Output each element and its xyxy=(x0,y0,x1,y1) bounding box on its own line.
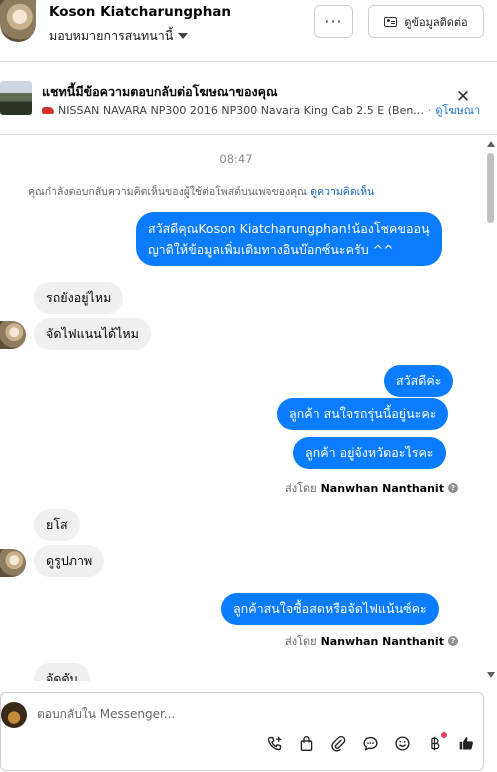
contact-name[interactable]: Koson Kiatcharungphan xyxy=(49,4,231,20)
more-options-button[interactable]: ··· xyxy=(314,5,353,38)
conversation-header: Koson Kiatcharungphan มอบหมายการสนทนานี้… xyxy=(0,0,497,62)
incoming-message[interactable]: จัดไฟแนนได้ไหม xyxy=(34,318,151,350)
view-contact-info-label: ดูข้อมูลติดต่อ xyxy=(404,15,468,29)
page-avatar xyxy=(1,702,27,728)
sender-name[interactable]: Nanwhan Nanthanit xyxy=(321,635,444,648)
message-timestamp: 08:47 xyxy=(219,152,253,166)
view-comment-link[interactable]: ดูความคิดเห็น xyxy=(310,186,374,198)
reply-input[interactable] xyxy=(37,707,467,721)
reply-composer xyxy=(0,692,484,771)
contact-card-icon xyxy=(384,16,398,27)
outgoing-message[interactable]: สวัสดีค่ะ xyxy=(384,365,454,397)
outgoing-message[interactable]: สวัสดีคุณKoson Kiatcharungphan!น้องโชคขอ… xyxy=(136,212,442,266)
assign-label: มอบหมายการสนทนานี้ xyxy=(49,28,174,43)
like-icon[interactable] xyxy=(458,735,475,752)
saved-reply-icon[interactable] xyxy=(362,735,379,752)
contact-avatar[interactable] xyxy=(0,0,36,42)
ad-reply-banner: แชทนี้มีข้อความตอบกลับต่อโฆษณาของคุณ NIS… xyxy=(0,63,497,135)
outgoing-message[interactable]: ลูกค้าสนใจซื้อสดหรือจัดไฟแน้นซ์คะ xyxy=(221,593,439,625)
shopping-bag-icon[interactable] xyxy=(298,735,315,752)
outgoing-message[interactable]: ลูกค้า อยู่จังหวัดอะไรคะ xyxy=(293,437,446,469)
close-icon[interactable]: ✕ xyxy=(455,89,471,106)
more-icon: ··· xyxy=(324,12,343,31)
sent-by-prefix: ส่งโดย xyxy=(285,635,317,648)
incoming-message[interactable]: จัดดับ xyxy=(34,663,90,681)
ad-banner-title: แชทนี้มีข้อความตอบกลับต่อโฆษณาของคุณ xyxy=(42,84,278,99)
notice-text: คุณกำลังตอบกลับความคิดเห็นของผู้ใช้ต่อโพ… xyxy=(28,186,307,198)
view-contact-info-button[interactable]: ดูข้อมูลติดต่อ xyxy=(368,5,484,38)
sender-avatar[interactable] xyxy=(0,321,26,349)
outgoing-message[interactable]: ลูกค้า สนใจรถรุ่นนี้อยู่นะคะ xyxy=(277,398,449,430)
info-icon[interactable]: ? xyxy=(447,483,458,493)
thread-scrollbar[interactable] xyxy=(486,136,495,681)
baht-icon[interactable] xyxy=(426,732,447,752)
notification-dot xyxy=(441,732,447,738)
ad-banner-subtitle: NISSAN NAVARA NP300 2016 NP300 Navara Ki… xyxy=(42,101,480,119)
incoming-message[interactable]: ยโส xyxy=(34,509,80,541)
composer-toolbar xyxy=(266,732,475,752)
sent-by-label: ส่งโดย Nanwhan Nanthanit ? xyxy=(285,632,458,650)
attachment-icon[interactable] xyxy=(330,735,347,752)
ad-thumbnail[interactable] xyxy=(0,81,32,115)
separator-dot: · xyxy=(427,103,432,117)
scroll-down-arrow-icon[interactable] xyxy=(487,672,495,678)
assign-conversation-dropdown[interactable]: มอบหมายการสนทนานี้ xyxy=(49,26,189,46)
scroll-up-arrow-icon[interactable] xyxy=(487,141,495,147)
incoming-message[interactable]: ดูรูปภาพ xyxy=(34,545,105,577)
sent-by-prefix: ส่งโดย xyxy=(285,482,317,495)
scrollbar-thumb[interactable] xyxy=(487,153,494,223)
ad-product-name: NISSAN NAVARA NP300 2016 NP300 Navara Ki… xyxy=(58,103,424,117)
info-icon[interactable]: ? xyxy=(447,636,458,646)
sender-name[interactable]: Nanwhan Nanthanit xyxy=(321,482,444,495)
car-icon xyxy=(42,106,54,114)
message-text-line: สวัสดีคุณKoson Kiatcharungphan!น้องโชคขอ… xyxy=(148,221,430,236)
message-thread: 08:47 คุณกำลังตอบกลับความคิดเห็นของผู้ใช… xyxy=(0,136,497,681)
incoming-message[interactable]: รถยังอยู่ไหม xyxy=(34,282,124,314)
sent-by-label: ส่งโดย Nanwhan Nanthanit ? xyxy=(285,479,458,497)
message-text-line: ญาติให้ข้อมูลเพิ่มเติมทางอินบ๊อกซ์นะครับ… xyxy=(148,242,394,257)
comment-reply-notice: คุณกำลังตอบกลับความคิดเห็นของผู้ใช้ต่อโพ… xyxy=(28,183,374,200)
chevron-down-icon xyxy=(178,33,189,39)
add-contact-icon[interactable] xyxy=(266,735,283,752)
emoji-icon[interactable] xyxy=(394,735,411,752)
sender-avatar[interactable] xyxy=(0,549,26,577)
